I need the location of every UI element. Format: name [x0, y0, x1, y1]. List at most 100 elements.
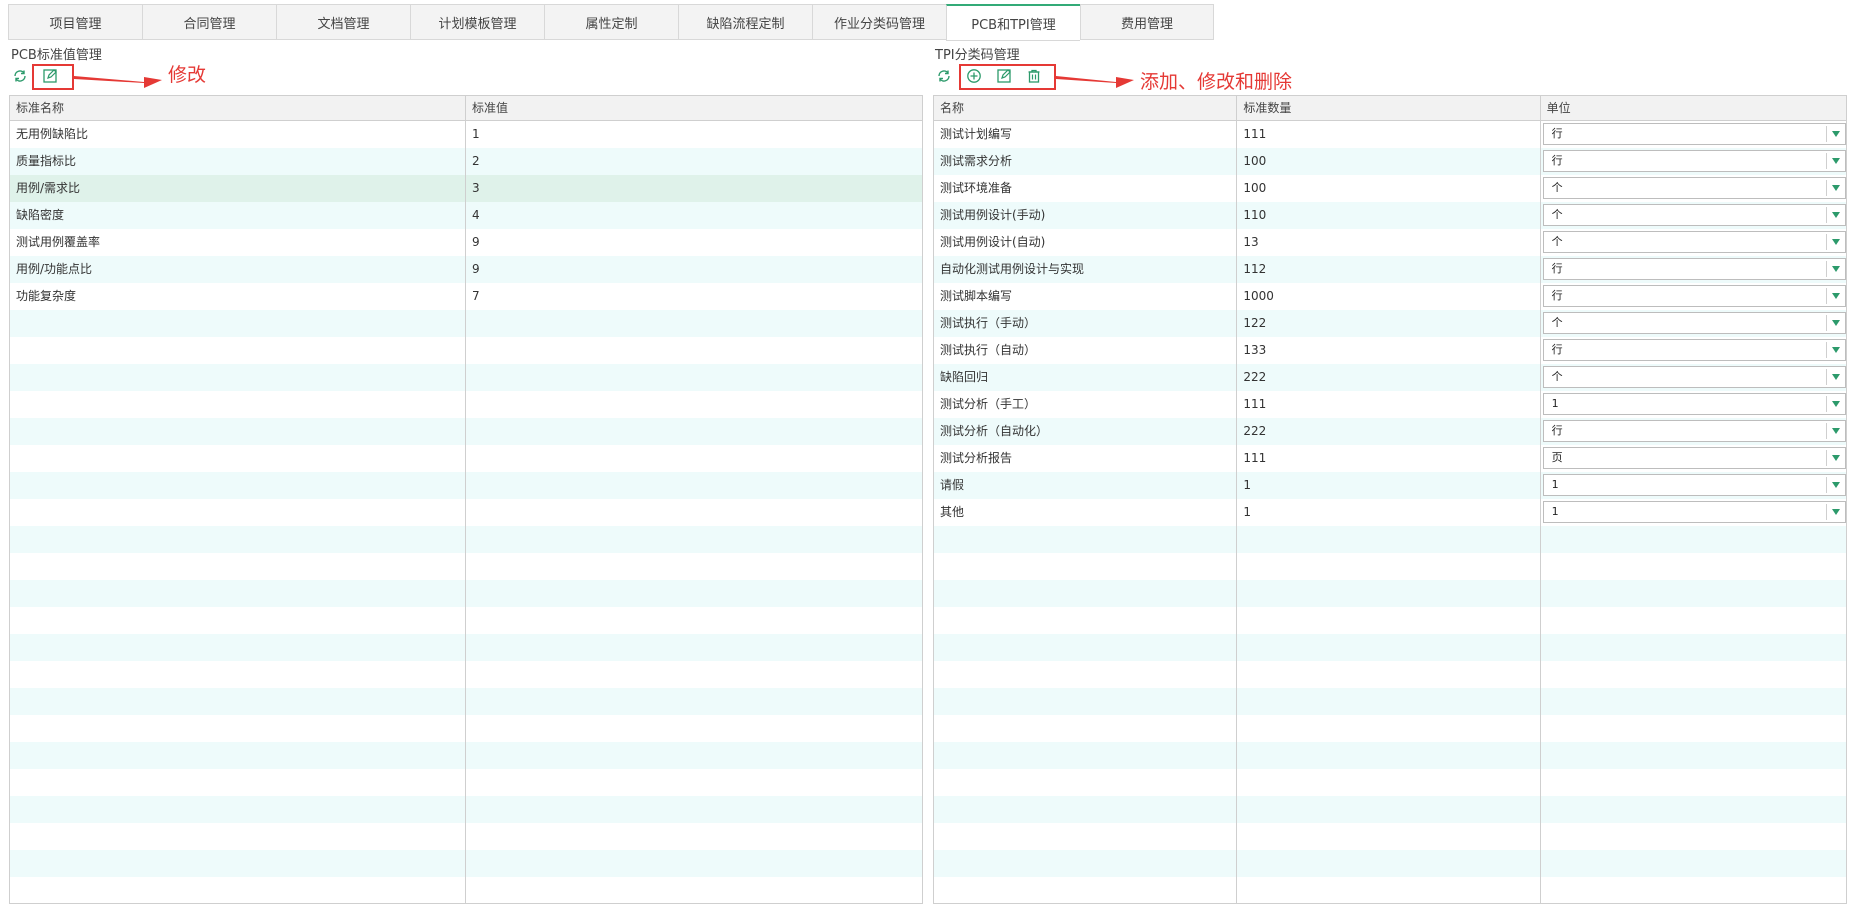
- cell-unit: [1541, 661, 1846, 688]
- empty-row: [10, 877, 922, 903]
- table-row[interactable]: 缺陷密度 4: [10, 202, 922, 229]
- table-row[interactable]: 测试用例设计(自动) 13 个: [934, 229, 1846, 256]
- tab-project-management[interactable]: 项目管理: [8, 4, 142, 40]
- unit-select[interactable]: 1: [1542, 393, 1846, 415]
- unit-select[interactable]: 行: [1542, 123, 1846, 145]
- refresh-icon[interactable]: [11, 67, 29, 85]
- table-row[interactable]: 测试环境准备 100 个: [934, 175, 1846, 202]
- unit-select[interactable]: 个: [1542, 312, 1846, 334]
- unit-select[interactable]: 个: [1542, 204, 1846, 226]
- tab-contract-management[interactable]: 合同管理: [142, 4, 276, 40]
- cell-name: [934, 580, 1238, 607]
- unit-select[interactable]: 个: [1542, 231, 1846, 253]
- chevron-down-icon[interactable]: [1831, 212, 1840, 218]
- tab-attribute-customization[interactable]: 属性定制: [544, 4, 678, 40]
- table-row[interactable]: 测试计划编写 111 行: [934, 121, 1846, 148]
- empty-row: [10, 634, 922, 661]
- chevron-down-icon[interactable]: [1831, 293, 1840, 299]
- cell-standard-value: [466, 850, 922, 877]
- chevron-down-icon[interactable]: [1831, 185, 1840, 191]
- table-row[interactable]: 测试需求分析 100 行: [934, 148, 1846, 175]
- table-row[interactable]: 测试用例设计(手动) 110 个: [934, 202, 1846, 229]
- tab-plan-template-management[interactable]: 计划模板管理: [410, 4, 544, 40]
- unit-select[interactable]: 行: [1542, 285, 1846, 307]
- cell-standard-value: [466, 742, 922, 769]
- column-header-standard-name[interactable]: 标准名称: [10, 96, 466, 121]
- chevron-down-icon[interactable]: [1831, 131, 1840, 137]
- table-row[interactable]: 用例/需求比 3: [10, 175, 922, 202]
- table-row[interactable]: 测试执行（自动） 133 行: [934, 337, 1846, 364]
- chevron-down-icon[interactable]: [1831, 347, 1840, 353]
- unit-select[interactable]: 行: [1542, 258, 1846, 280]
- cell-standard-name: [10, 688, 466, 715]
- cell-unit: 1: [1541, 499, 1846, 526]
- unit-select[interactable]: 行: [1542, 420, 1846, 442]
- empty-row: [10, 310, 922, 337]
- table-row[interactable]: 质量指标比 2: [10, 148, 922, 175]
- cell-standard-name: [10, 553, 466, 580]
- table-row[interactable]: 用例/功能点比 9: [10, 256, 922, 283]
- tab-pcb-tpi-management[interactable]: PCB和TPI管理: [946, 4, 1080, 41]
- cell-standard-count: 122: [1237, 310, 1541, 337]
- cell-standard-count: [1237, 715, 1541, 742]
- pcb-annotation-label: 修改: [168, 64, 207, 86]
- cell-name: [934, 823, 1238, 850]
- unit-select[interactable]: 1: [1542, 501, 1846, 523]
- chevron-down-icon[interactable]: [1831, 455, 1840, 461]
- chevron-down-icon[interactable]: [1831, 239, 1840, 245]
- unit-select[interactable]: 个: [1542, 366, 1846, 388]
- tab-expense-management[interactable]: 费用管理: [1080, 4, 1214, 40]
- empty-row: [10, 391, 922, 418]
- column-header-standard-value[interactable]: 标准值: [466, 96, 922, 121]
- unit-select-value: 1: [1551, 505, 1559, 518]
- table-row[interactable]: 测试用例覆盖率 9: [10, 229, 922, 256]
- table-row[interactable]: 请假 1 1: [934, 472, 1846, 499]
- tab-defect-flow-customization[interactable]: 缺陷流程定制: [678, 4, 812, 40]
- cell-name: 测试分析报告: [934, 445, 1238, 472]
- chevron-down-icon[interactable]: [1831, 158, 1840, 164]
- chevron-down-icon[interactable]: [1831, 320, 1840, 326]
- unit-select[interactable]: 1: [1542, 474, 1846, 496]
- unit-select[interactable]: 行: [1542, 150, 1846, 172]
- tab-document-management[interactable]: 文档管理: [276, 4, 410, 40]
- table-row[interactable]: 功能复杂度 7: [10, 283, 922, 310]
- chevron-down-icon[interactable]: [1831, 266, 1840, 272]
- cell-name: [934, 877, 1238, 903]
- table-row[interactable]: 无用例缺陷比 1: [10, 121, 922, 148]
- cell-standard-name: [10, 445, 466, 472]
- column-header-name[interactable]: 名称: [934, 96, 1238, 121]
- table-row[interactable]: 测试分析（手工） 111 1: [934, 391, 1846, 418]
- table-row[interactable]: 测试执行（手动） 122 个: [934, 310, 1846, 337]
- table-row[interactable]: 缺陷回归 222 个: [934, 364, 1846, 391]
- table-row[interactable]: 测试分析（自动化） 222 行: [934, 418, 1846, 445]
- cell-standard-value: [466, 526, 922, 553]
- unit-select[interactable]: 行: [1542, 339, 1846, 361]
- column-header-standard-count[interactable]: 标准数量: [1237, 96, 1541, 121]
- table-row[interactable]: 其他 1 1: [934, 499, 1846, 526]
- unit-select[interactable]: 个: [1542, 177, 1846, 199]
- table-row[interactable]: 自动化测试用例设计与实现 112 行: [934, 256, 1846, 283]
- cell-name: [934, 688, 1238, 715]
- cell-standard-name: [10, 769, 466, 796]
- select-divider: [1825, 261, 1827, 277]
- empty-row: [934, 823, 1846, 850]
- chevron-down-icon[interactable]: [1831, 509, 1840, 515]
- chevron-down-icon[interactable]: [1831, 482, 1840, 488]
- chevron-down-icon[interactable]: [1831, 428, 1840, 434]
- cell-name: 其他: [934, 499, 1238, 526]
- cell-unit: 个: [1541, 229, 1846, 256]
- table-row[interactable]: 测试脚本编写 1000 行: [934, 283, 1846, 310]
- cell-standard-value: [466, 634, 922, 661]
- unit-select[interactable]: 页: [1542, 447, 1846, 469]
- unit-select-value: 行: [1551, 154, 1563, 167]
- chevron-down-icon[interactable]: [1831, 401, 1840, 407]
- refresh-icon[interactable]: [935, 67, 953, 85]
- column-header-unit[interactable]: 单位: [1541, 96, 1846, 121]
- cell-standard-value: [466, 391, 922, 418]
- tab-job-classification-code[interactable]: 作业分类码管理: [812, 4, 946, 40]
- cell-standard-value: [466, 472, 922, 499]
- table-row[interactable]: 测试分析报告 111 页: [934, 445, 1846, 472]
- chevron-down-icon[interactable]: [1831, 374, 1840, 380]
- empty-row: [934, 661, 1846, 688]
- cell-name: 测试计划编写: [934, 121, 1238, 148]
